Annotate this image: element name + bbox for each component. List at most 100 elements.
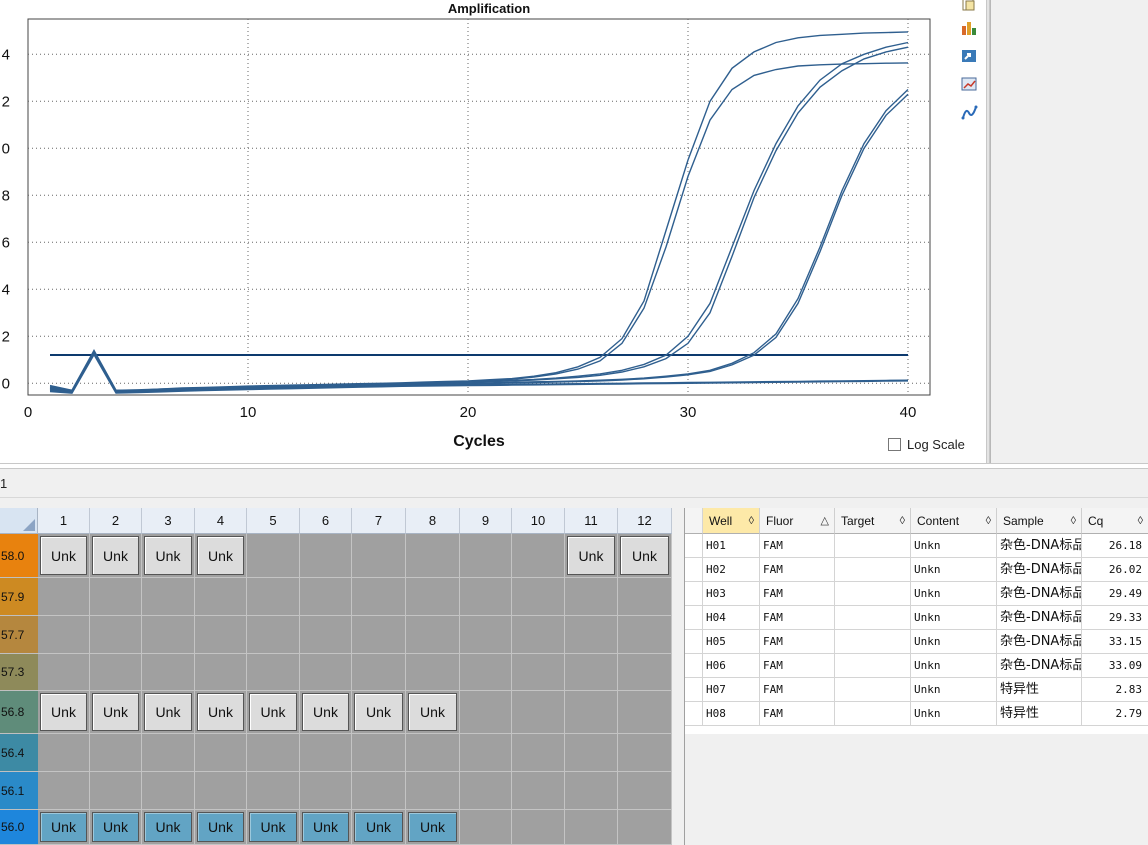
plate-row-header[interactable]: 57.7	[0, 616, 38, 654]
column-header-sample[interactable]: Sample ◊	[997, 508, 1082, 534]
plate-well[interactable]	[300, 734, 352, 772]
table-cell[interactable]: 33.09	[1082, 654, 1148, 678]
plate-well[interactable]	[247, 578, 300, 616]
well-content-label[interactable]: Unk	[620, 536, 669, 575]
table-cell[interactable]: Unkn	[911, 534, 997, 558]
plate-well[interactable]	[352, 616, 406, 654]
table-cell[interactable]: H04	[703, 606, 760, 630]
plate-well[interactable]: Unk	[406, 810, 460, 845]
plate-well[interactable]	[460, 691, 512, 734]
plate-well[interactable]	[512, 578, 565, 616]
plate-well[interactable]: Unk	[90, 691, 142, 734]
plate-well[interactable]	[142, 654, 195, 691]
sort-icon[interactable]: ◊	[1138, 508, 1143, 534]
table-cell[interactable]: FAM	[760, 606, 835, 630]
plate-column-header-4[interactable]: 4	[195, 508, 247, 534]
plate-well[interactable]	[460, 578, 512, 616]
plate-well[interactable]	[512, 772, 565, 810]
plate-well[interactable]: Unk	[142, 691, 195, 734]
table-cell[interactable]: H02	[703, 558, 760, 582]
plate-well[interactable]	[142, 772, 195, 810]
well-content-label[interactable]: Unk	[408, 693, 457, 731]
table-cell[interactable]: 26.18	[1082, 534, 1148, 558]
table-cell[interactable]	[835, 534, 911, 558]
row-gutter[interactable]	[685, 630, 703, 654]
plate-well[interactable]	[565, 616, 618, 654]
row-gutter[interactable]	[685, 678, 703, 702]
plate-well[interactable]	[90, 616, 142, 654]
plate-well[interactable]	[460, 534, 512, 578]
well-content-label[interactable]: Unk	[249, 693, 297, 731]
well-content-label[interactable]: Unk	[92, 812, 139, 842]
plate-well[interactable]	[300, 654, 352, 691]
plate-well[interactable]: Unk	[565, 534, 618, 578]
table-cell[interactable]	[835, 678, 911, 702]
plate-well[interactable]	[90, 772, 142, 810]
well-content-label[interactable]: Unk	[144, 693, 192, 731]
well-content-label[interactable]: Unk	[302, 693, 349, 731]
plate-well[interactable]	[618, 616, 672, 654]
plate-well[interactable]	[406, 578, 460, 616]
plate-well[interactable]: Unk	[90, 534, 142, 578]
plate-well[interactable]	[247, 534, 300, 578]
table-cell[interactable]: 26.02	[1082, 558, 1148, 582]
plate-corner[interactable]	[0, 508, 38, 534]
plate-well[interactable]	[406, 772, 460, 810]
well-content-label[interactable]: Unk	[249, 812, 297, 842]
zoom-chart-icon[interactable]	[960, 76, 978, 92]
plate-well[interactable]: Unk	[195, 810, 247, 845]
row-gutter[interactable]	[685, 702, 703, 726]
plate-well[interactable]	[565, 654, 618, 691]
plate-well[interactable]	[618, 734, 672, 772]
plate-well[interactable]	[90, 578, 142, 616]
well-content-label[interactable]: Unk	[197, 693, 244, 731]
table-cell[interactable]: FAM	[760, 582, 835, 606]
table-cell[interactable]: Unkn	[911, 582, 997, 606]
well-content-label[interactable]: Unk	[144, 812, 192, 842]
sort-icon[interactable]: △	[821, 508, 829, 534]
table-cell[interactable]: H07	[703, 678, 760, 702]
plate-well[interactable]	[90, 734, 142, 772]
plate-well[interactable]	[565, 734, 618, 772]
sort-icon[interactable]: ◊	[749, 508, 754, 534]
plate-well[interactable]: Unk	[618, 534, 672, 578]
table-cell[interactable]: Unkn	[911, 630, 997, 654]
column-header-target[interactable]: Target ◊	[835, 508, 911, 534]
well-content-label[interactable]: Unk	[197, 536, 244, 575]
chart-settings-icon[interactable]	[960, 20, 978, 36]
table-cell[interactable]: H05	[703, 630, 760, 654]
well-content-label[interactable]: Unk	[40, 693, 87, 731]
table-cell[interactable]	[835, 702, 911, 726]
plate-well[interactable]: Unk	[247, 810, 300, 845]
plate-well[interactable]	[565, 578, 618, 616]
plate-row-header[interactable]: 56.8	[0, 691, 38, 734]
plate-well[interactable]	[300, 534, 352, 578]
plate-well[interactable]	[38, 772, 90, 810]
well-content-label[interactable]: Unk	[40, 536, 87, 575]
table-cell[interactable]: FAM	[760, 702, 835, 726]
plate-well[interactable]	[565, 772, 618, 810]
well-content-label[interactable]: Unk	[92, 693, 139, 731]
export-icon[interactable]	[960, 48, 978, 64]
row-gutter[interactable]	[685, 606, 703, 630]
sort-icon[interactable]: ◊	[1071, 508, 1076, 534]
log-scale-checkbox[interactable]	[888, 438, 901, 451]
plate-column-header-12[interactable]: 12	[618, 508, 672, 534]
plate-well[interactable]: Unk	[195, 691, 247, 734]
plate-well[interactable]	[195, 654, 247, 691]
table-cell[interactable]: H01	[703, 534, 760, 558]
table-cell[interactable]: 杂色-DNA标品	[997, 558, 1082, 582]
table-cell[interactable]: 29.33	[1082, 606, 1148, 630]
plate-well[interactable]	[406, 616, 460, 654]
table-cell[interactable]: 杂色-DNA标品	[997, 654, 1082, 678]
plate-well[interactable]	[460, 772, 512, 810]
plate-well[interactable]	[565, 691, 618, 734]
plate-well[interactable]	[300, 772, 352, 810]
plate-well[interactable]: Unk	[406, 691, 460, 734]
plate-column-header-11[interactable]: 11	[565, 508, 618, 534]
plate-well[interactable]: Unk	[352, 691, 406, 734]
plate-well[interactable]	[195, 772, 247, 810]
column-header-well[interactable]: Well ◊	[703, 508, 760, 534]
table-cell[interactable]: Unkn	[911, 606, 997, 630]
well-content-label[interactable]: Unk	[567, 536, 615, 575]
